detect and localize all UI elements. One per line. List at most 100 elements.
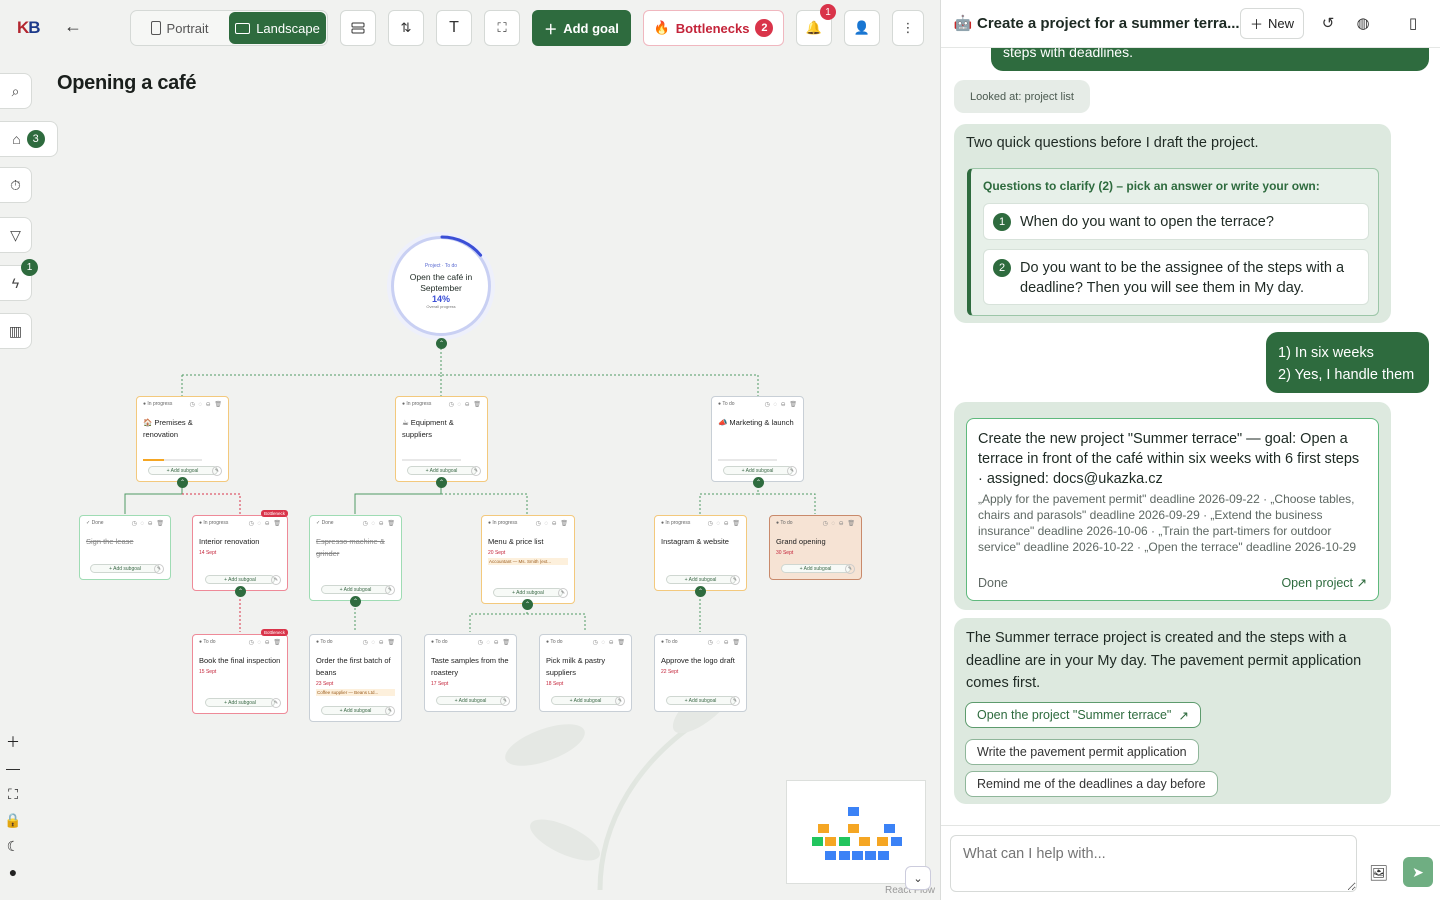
edit-pencil-icon[interactable]: ✎	[271, 575, 281, 585]
root-goal-node[interactable]: Project · To do Open the café in Septemb…	[390, 235, 494, 339]
theme-button[interactable]: ☾	[0, 834, 26, 858]
collapse-toggle-espresso[interactable]: ⌃	[350, 596, 361, 607]
add-subgoal-button[interactable]: + Add subgoal	[780, 564, 851, 573]
open-project-link[interactable]: Open project ↗	[1281, 575, 1367, 590]
add-subgoal-button[interactable]: + Add subgoal	[406, 466, 477, 475]
add-subgoal-button[interactable]: + Add subgoal	[320, 585, 391, 594]
edit-pencil-icon[interactable]: ✎	[615, 696, 625, 706]
new-chat-button[interactable]: ＋ New	[1240, 8, 1304, 39]
goal-card-grand[interactable]: ● To do ◷ ◌ ⊖ 🗑 Grand opening 30 Sept + Add …	[769, 515, 862, 580]
add-subgoal-button[interactable]: + Add subgoal	[147, 466, 218, 475]
edit-pencil-icon[interactable]: ✎	[154, 564, 164, 574]
inbox-rail-button[interactable]: ⌂ 3	[0, 121, 58, 157]
edit-pencil-icon[interactable]: ✎	[385, 706, 395, 716]
fullscreen-button[interactable]: ⛶	[484, 10, 520, 46]
goal-card-inspection[interactable]: ● To do ◷ ◌ ⊖ 🗑 Book the final inspection 1…	[192, 629, 288, 714]
goal-card-equipment[interactable]: ● In progress ◷ ◌ ⊖ 🗑 ☕ Equipment & suppli…	[395, 396, 488, 482]
layout-stack-button[interactable]	[340, 10, 376, 46]
card-controls[interactable]: ◷ ◌ ⊖ 🗑	[478, 639, 511, 646]
edit-pencil-icon[interactable]: ✎	[558, 588, 568, 598]
add-subgoal-button[interactable]: + Add subgoal	[90, 564, 160, 573]
scroll-down-button[interactable]: ⌄	[905, 866, 931, 890]
goal-card-menu[interactable]: ● In progress ◷ ◌ ⊖ 🗑 Menu & price list 20 …	[481, 515, 575, 604]
timer-rail-button[interactable]: ⏱	[0, 167, 32, 203]
send-button[interactable]: ➤	[1403, 857, 1433, 887]
text-button[interactable]: T	[436, 10, 472, 46]
landscape-option[interactable]: Landscape	[229, 12, 326, 44]
collapse-toggle-menu[interactable]: ⌃	[522, 599, 533, 610]
app-logo[interactable]: KB	[17, 18, 41, 38]
card-controls[interactable]: ◷ ◌ ⊖ 🗑	[823, 520, 856, 527]
edit-pencil-icon[interactable]: ✎	[385, 585, 395, 595]
collapse-toggle-premises[interactable]: ⌃	[177, 477, 188, 488]
add-goal-button[interactable]: ＋ Add goal	[532, 10, 631, 46]
card-controls[interactable]: ◷ ◌ ⊖ 🗑	[449, 401, 482, 408]
portrait-option[interactable]: Portrait	[131, 11, 228, 45]
edit-pencil-icon[interactable]: ✎	[845, 564, 855, 574]
card-controls[interactable]: ◷ ◌ ⊖ 🗑	[249, 639, 282, 646]
card-controls[interactable]: ◷ ◌ ⊖ 🗑	[132, 520, 165, 527]
collapse-toggle-instagram[interactable]: ⌃	[695, 586, 706, 597]
globe-icon[interactable]: ◍	[1353, 14, 1373, 32]
suggestion-open-project[interactable]: Open the project "Summer terrace" ↗	[965, 702, 1201, 728]
card-controls[interactable]: ◷ ◌ ⊖ 🗑	[190, 401, 223, 408]
more-menu-button[interactable]: ⋮	[892, 10, 924, 46]
suggestion-write-application[interactable]: Write the pavement permit application	[965, 739, 1199, 765]
edit-pencil-icon[interactable]: ✎	[271, 698, 281, 708]
edit-pencil-icon[interactable]: ✎	[471, 466, 481, 476]
card-controls[interactable]: ◷ ◌ ⊖ 🗑	[536, 520, 569, 527]
goal-canvas[interactable]: KB ← Portrait Landscape ⇅ T ⛶ ＋ Add goal …	[0, 0, 940, 900]
goal-card-instagram[interactable]: ● In progress ◷ ◌ ⊖ 🗑 Instagram & website +…	[654, 515, 747, 591]
goal-card-premises[interactable]: ● In progress ◷ ◌ ⊖ 🗑 🏠 Premises & renovat…	[136, 396, 229, 482]
goal-card-espresso[interactable]: ✓ Done ◷ ◌ ⊖ 🗑 Espresso machine & grinder +…	[309, 515, 402, 601]
question-option-1[interactable]: 1 When do you want to open the terrace?	[983, 203, 1369, 240]
profile-button[interactable]: 👤	[844, 10, 880, 46]
card-controls[interactable]: ◷ ◌ ⊖ 🗑	[765, 401, 798, 408]
suggestion-remind-deadlines[interactable]: Remind me of the deadlines a day before	[965, 771, 1218, 797]
zoom-out-button[interactable]: —	[0, 756, 26, 780]
add-subgoal-button[interactable]: + Add subgoal	[320, 706, 391, 715]
add-subgoal-button[interactable]: + Add subgoal	[722, 466, 793, 475]
add-subgoal-button[interactable]: + Add subgoal	[493, 588, 563, 597]
sort-button[interactable]: ⇅	[388, 10, 424, 46]
collapse-panel-icon[interactable]: ▯	[1403, 14, 1423, 32]
question-option-2[interactable]: 2 Do you want to be the assignee of the …	[983, 249, 1369, 305]
add-subgoal-button[interactable]: + Add subgoal	[435, 696, 506, 705]
lock-button[interactable]: 🔒	[0, 808, 26, 832]
back-arrow-icon[interactable]: ←	[64, 16, 84, 38]
root-collapse-toggle[interactable]: ⌃	[436, 338, 447, 349]
edit-pencil-icon[interactable]: ✎	[730, 696, 740, 706]
goal-card-logo[interactable]: ● To do ◷ ◌ ⊖ 🗑 Approve the logo draft 22 S…	[654, 634, 747, 712]
filter-rail-button[interactable]: ▽	[0, 217, 32, 253]
card-controls[interactable]: ◷ ◌ ⊖ 🗑	[363, 520, 396, 527]
edit-pencil-icon[interactable]: ✎	[787, 466, 797, 476]
edit-pencil-icon[interactable]: ✎	[500, 696, 510, 706]
fit-view-button[interactable]: ⛶	[0, 782, 26, 806]
search-rail-button[interactable]: ⌕	[0, 73, 32, 109]
add-subgoal-button[interactable]: + Add subgoal	[665, 575, 736, 584]
goal-card-beans[interactable]: ● To do ◷ ◌ ⊖ 🗑 Order the first batch of b…	[309, 634, 402, 722]
history-icon[interactable]: ↺	[1318, 14, 1338, 32]
palette-button[interactable]: ●	[0, 860, 26, 884]
zoom-in-button[interactable]: ＋	[0, 730, 26, 754]
add-subgoal-button[interactable]: + Add subgoal	[550, 696, 621, 705]
goal-card-taste[interactable]: ● To do ◷ ◌ ⊖ 🗑 Taste samples from the roa…	[424, 634, 517, 712]
edit-pencil-icon[interactable]: ✎	[212, 466, 222, 476]
add-subgoal-button[interactable]: + Add subgoal	[665, 696, 736, 705]
card-controls[interactable]: ◷ ◌ ⊖ 🗑	[593, 639, 626, 646]
chat-input[interactable]	[950, 835, 1357, 892]
edit-pencil-icon[interactable]: ✎	[730, 575, 740, 585]
collapse-toggle-marketing[interactable]: ⌃	[753, 477, 764, 488]
bottlenecks-button[interactable]: 🔥 Bottlenecks 2	[643, 10, 784, 46]
goal-card-marketing[interactable]: ● To do ◷ ◌ ⊖ 🗑 📣 Marketing & launch + Add …	[711, 396, 804, 482]
add-subgoal-button[interactable]: + Add subgoal	[205, 575, 275, 584]
card-controls[interactable]: ◷ ◌ ⊖ 🗑	[249, 520, 282, 527]
card-controls[interactable]: ◷ ◌ ⊖ 🗑	[708, 639, 741, 646]
card-controls[interactable]: ◷ ◌ ⊖ 🗑	[708, 520, 741, 527]
add-subgoal-button[interactable]: + Add subgoal	[205, 698, 275, 707]
card-controls[interactable]: ◷ ◌ ⊖ 🗑	[363, 639, 396, 646]
collapse-toggle-equipment[interactable]: ⌃	[436, 477, 447, 488]
attach-image-icon[interactable]: 🖼	[1369, 864, 1388, 882]
goal-card-interior[interactable]: ● In progress ◷ ◌ ⊖ 🗑 Interior renovation 1…	[192, 510, 288, 591]
goal-card-lease[interactable]: ✓ Done ◷ ◌ ⊖ 🗑 Sign the lease + Add subgoal…	[79, 515, 171, 580]
